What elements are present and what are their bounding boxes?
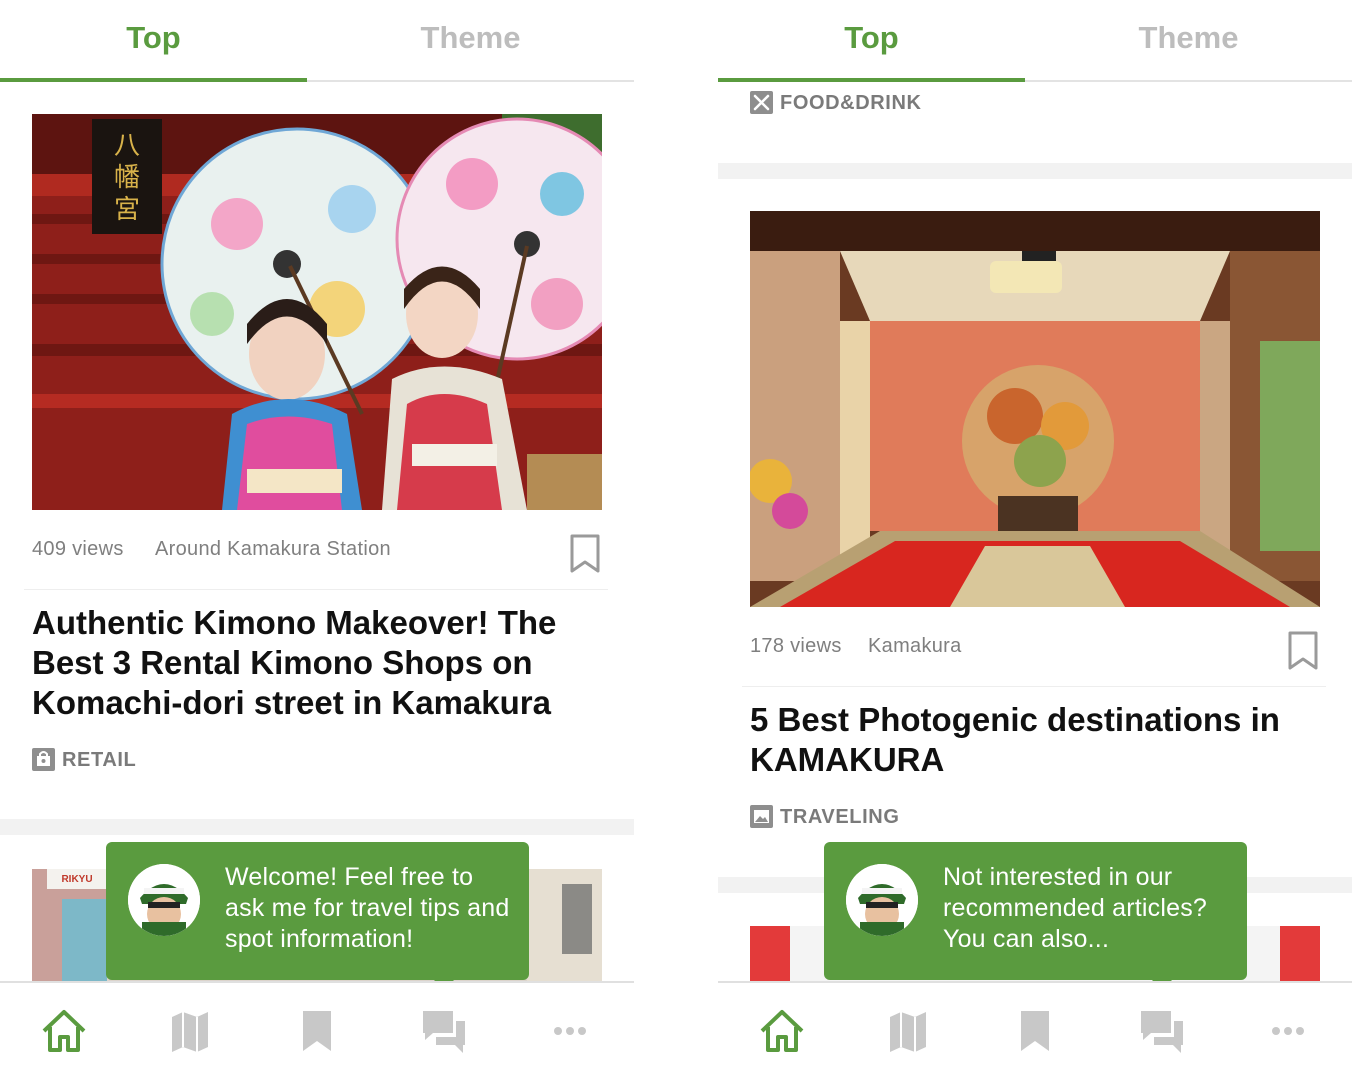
tab-bar: Top Theme — [718, 0, 1352, 82]
article-title[interactable]: 5 Best Photogenic destinations in KAMAKU… — [750, 700, 1310, 780]
bookmark-button[interactable] — [568, 534, 602, 574]
svg-text:宮: 宮 — [114, 195, 140, 225]
assistant-bubble[interactable]: Not interested in our recommended articl… — [824, 842, 1247, 990]
tab-theme[interactable]: Theme — [307, 0, 634, 80]
tab-bar: Top Theme — [0, 0, 634, 82]
divider — [24, 589, 608, 590]
nav-bookmarks[interactable] — [293, 1007, 341, 1055]
shopping-bag-icon — [32, 748, 55, 771]
nav-more[interactable] — [1264, 1007, 1312, 1055]
bookmark-outline-icon — [1288, 631, 1318, 670]
nav-map[interactable] — [166, 1007, 214, 1055]
area-name[interactable]: Kamakura — [868, 635, 962, 658]
bookmark-icon — [303, 1011, 331, 1051]
bottom-nav — [718, 981, 1352, 1079]
home-icon — [42, 1010, 86, 1052]
section-gap — [0, 819, 634, 835]
article-image[interactable] — [750, 211, 1320, 607]
home-icon — [760, 1010, 804, 1052]
nav-home[interactable] — [40, 1007, 88, 1055]
svg-text:幡: 幡 — [114, 163, 140, 193]
assistant-bubble[interactable]: Welcome! Feel free to ask me for travel … — [106, 842, 529, 990]
nav-bookmarks[interactable] — [1011, 1007, 1059, 1055]
nav-more[interactable] — [546, 1007, 594, 1055]
assistant-avatar — [846, 864, 918, 936]
chat-icon — [423, 1011, 465, 1053]
nav-map[interactable] — [884, 1007, 932, 1055]
divider — [742, 686, 1326, 687]
svg-text:八: 八 — [114, 131, 140, 161]
more-icon — [554, 1027, 586, 1035]
tab-theme[interactable]: Theme — [1025, 0, 1352, 80]
article-title[interactable]: Authentic Kimono Makeover! The Best 3 Re… — [32, 603, 592, 723]
assistant-avatar — [128, 864, 200, 936]
assistant-message: Welcome! Feel free to ask me for travel … — [225, 863, 510, 953]
assistant-message: Not interested in our recommended articl… — [943, 863, 1208, 953]
nav-chat[interactable] — [420, 1007, 468, 1055]
category-tag[interactable]: FOOD&DRINK — [750, 91, 922, 115]
category-tag[interactable]: TRAVELING — [750, 805, 899, 829]
fork-knife-icon — [750, 91, 773, 114]
chat-icon — [1141, 1011, 1183, 1053]
nav-home[interactable] — [758, 1007, 806, 1055]
app-screen-right: Top Theme FOOD&DRINK 178 views Kamakura … — [718, 0, 1352, 1079]
tab-top[interactable]: Top — [718, 0, 1025, 82]
category-label: RETAIL — [62, 749, 137, 771]
section-gap — [718, 163, 1352, 179]
view-count: 178 views — [750, 635, 842, 657]
tab-top[interactable]: Top — [0, 0, 307, 82]
more-icon — [1272, 1027, 1304, 1035]
bookmark-button[interactable] — [1286, 631, 1320, 671]
picture-icon — [750, 805, 773, 828]
article-image[interactable]: 八 幡 宮 — [32, 114, 602, 510]
category-tag[interactable]: RETAIL — [32, 748, 136, 772]
area-name[interactable]: Around Kamakura Station — [155, 538, 391, 561]
map-icon — [890, 1012, 926, 1052]
bookmark-icon — [1021, 1011, 1049, 1051]
category-label: FOOD&DRINK — [780, 92, 922, 114]
map-icon — [172, 1012, 208, 1052]
nav-chat[interactable] — [1138, 1007, 1186, 1055]
shop-sign: RIKYU — [61, 874, 92, 885]
view-count: 409 views — [32, 538, 124, 560]
app-screen-left: Top Theme 八 幡 宮 409 views Around Kamakur… — [0, 0, 634, 1079]
bookmark-outline-icon — [570, 534, 600, 573]
category-label: TRAVELING — [780, 806, 900, 828]
bottom-nav — [0, 981, 634, 1079]
